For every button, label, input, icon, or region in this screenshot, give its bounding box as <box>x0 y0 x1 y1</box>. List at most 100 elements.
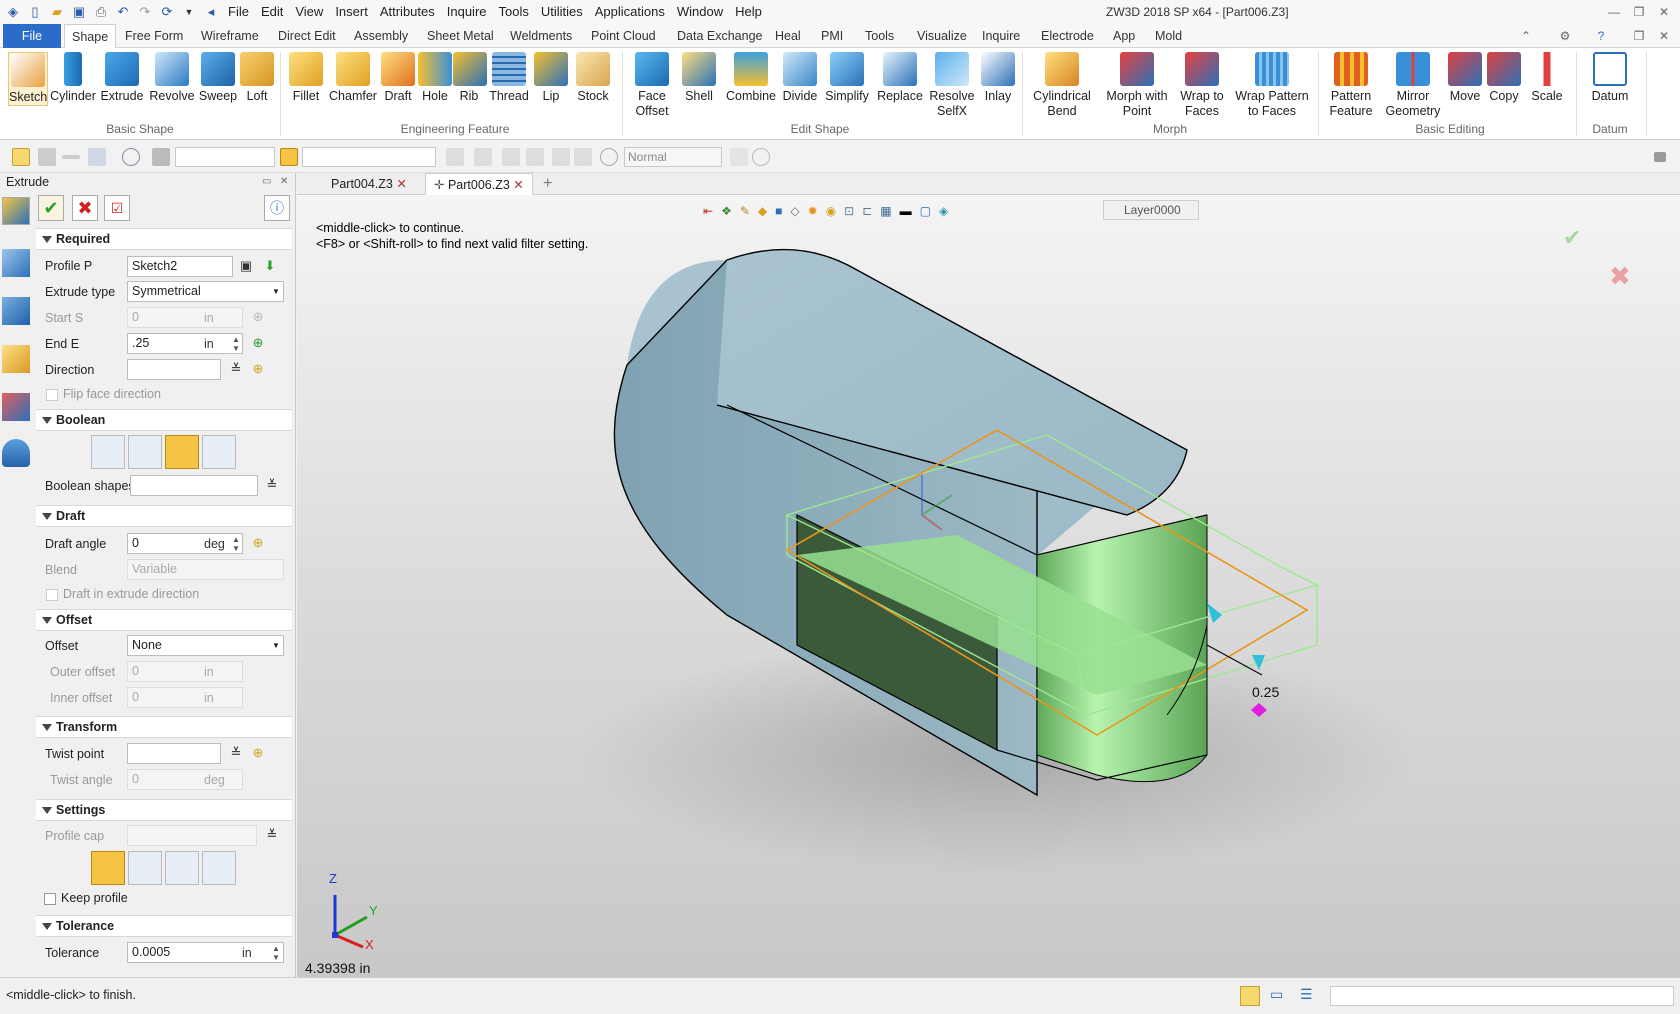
profile-pick-icon[interactable]: ⬇ <box>262 258 278 274</box>
copy-button[interactable]: Copy <box>1486 52 1522 104</box>
extrude-type-select[interactable]: Symmetrical <box>127 281 284 302</box>
face-offset-button[interactable]: Face Offset <box>628 52 676 119</box>
help-icon[interactable]: ? <box>1590 26 1612 46</box>
extrude-button[interactable]: Extrude <box>100 52 144 104</box>
tab-point-cloud[interactable]: Point Cloud <box>584 24 663 48</box>
tab-app[interactable]: App <box>1106 24 1142 48</box>
fillet-button[interactable]: Fillet <box>286 52 326 104</box>
side-view-icon[interactable] <box>2 393 30 421</box>
side-part-icon[interactable] <box>2 345 30 373</box>
tab-sheet-metal[interactable]: Sheet Metal <box>420 24 501 48</box>
loft-button[interactable]: Loft <box>240 52 274 104</box>
side-feature-icon[interactable] <box>2 197 30 225</box>
close-icon[interactable]: ✕ <box>513 178 523 192</box>
profile-cap-expand-icon[interactable]: ≚ <box>264 827 280 843</box>
tab-pmi[interactable]: PMI <box>814 24 850 48</box>
save-icon[interactable]: ▣ <box>68 2 90 22</box>
apply-button[interactable]: ☑ <box>104 195 130 221</box>
command-input[interactable] <box>1330 986 1674 1006</box>
tab-inquire[interactable]: Inquire <box>975 24 1027 48</box>
side-user-icon[interactable] <box>2 439 30 467</box>
menu-inquire[interactable]: Inquire <box>441 0 493 24</box>
ribbon-collapse-icon[interactable]: ⌃ <box>1515 26 1537 46</box>
close-window-icon[interactable]: ✕ <box>1653 2 1675 22</box>
offset-select[interactable]: None <box>127 635 284 656</box>
draft-button[interactable]: Draft <box>380 52 416 104</box>
simplify-button[interactable]: Simplify <box>822 52 872 104</box>
print-icon[interactable]: ⎙ <box>90 2 112 22</box>
side-assembly-icon[interactable] <box>2 297 30 325</box>
section-settings[interactable]: Settings <box>36 799 292 821</box>
cap-none-icon[interactable] <box>202 851 236 885</box>
direction-field[interactable] <box>127 359 221 380</box>
dimension-value[interactable]: 0.25 <box>1252 684 1279 700</box>
3d-viewport[interactable]: <middle-click> to continue. <F8> or <Shi… <box>297 195 1680 977</box>
refresh-icon[interactable]: ⟳ <box>156 2 178 22</box>
cap-both-icon[interactable] <box>91 851 125 885</box>
tool-e-icon[interactable] <box>552 148 570 166</box>
end-pick-icon[interactable]: ⊕ <box>250 335 266 351</box>
direction-pick-icon[interactable]: ⊕ <box>250 361 266 377</box>
boolean-base-icon[interactable] <box>91 435 125 469</box>
menu-insert[interactable]: Insert <box>329 0 374 24</box>
settings-gear-icon[interactable]: ⚙ <box>1554 26 1576 46</box>
twist-expand-icon[interactable]: ≚ <box>228 745 244 761</box>
new-file-icon[interactable]: ▯ <box>24 2 46 22</box>
tool-h-icon[interactable] <box>752 148 770 166</box>
revolve-button[interactable]: Revolve <box>148 52 196 104</box>
direction-expand-icon[interactable]: ≚ <box>228 361 244 377</box>
menu-tools[interactable]: Tools <box>493 0 535 24</box>
menu-view[interactable]: View <box>289 0 329 24</box>
sweep-button[interactable]: Sweep <box>198 52 238 104</box>
boolean-add-icon[interactable] <box>128 435 162 469</box>
tool-g-icon[interactable] <box>730 148 748 166</box>
tolerance-field[interactable]: 0.0005 <box>127 942 284 963</box>
menu-window[interactable]: Window <box>671 0 729 24</box>
draft-angle-spinner[interactable]: ▲ ▼ <box>232 535 240 553</box>
minimize-icon[interactable]: — <box>1603 2 1625 22</box>
section-offset[interactable]: Offset <box>36 609 292 631</box>
menu-applications[interactable]: Applications <box>589 0 671 24</box>
quick-access-dropdown-icon[interactable]: ▼ <box>178 2 200 22</box>
tab-part006[interactable]: ✛ Part006.Z3 ✕ <box>425 173 533 195</box>
pick-filter-icon[interactable] <box>88 148 106 166</box>
side-history-icon[interactable] <box>2 249 30 277</box>
tolerance-spinner[interactable]: ▲ ▼ <box>272 944 280 962</box>
panel-close-icon[interactable]: ✕ <box>280 176 288 187</box>
ok-button[interactable]: ✔ <box>38 195 64 221</box>
cancel-button[interactable]: ✖ <box>72 195 98 221</box>
section-boolean[interactable]: Boolean <box>36 409 292 431</box>
info-button[interactable]: ⓘ <box>264 195 290 221</box>
cap-start-icon[interactable] <box>128 851 162 885</box>
profile-field[interactable]: Sketch2 <box>127 256 233 277</box>
boolean-remove-icon[interactable] <box>165 435 199 469</box>
filter-combo[interactable] <box>175 147 275 167</box>
section-tolerance[interactable]: Tolerance <box>36 915 292 937</box>
tool-b-icon[interactable] <box>474 148 492 166</box>
tab-part004[interactable]: Part004.Z3 ✕ <box>323 173 415 195</box>
keep-profile-checkbox[interactable] <box>44 893 56 905</box>
tab-weldments[interactable]: Weldments <box>503 24 579 48</box>
boolean-expand-icon[interactable]: ≚ <box>264 477 280 493</box>
select-pointer-icon[interactable] <box>12 148 30 166</box>
draft-direction-checkbox[interactable] <box>46 589 58 601</box>
menu-utilities[interactable]: Utilities <box>535 0 589 24</box>
divide-button[interactable]: Divide <box>780 52 820 104</box>
draft-pick-icon[interactable]: ⊕ <box>250 535 266 551</box>
open-file-icon[interactable]: ▰ <box>46 2 68 22</box>
cap-end-icon[interactable] <box>165 851 199 885</box>
cylinder-button[interactable]: Cylinder <box>50 52 96 104</box>
status-display-icon[interactable]: ▭ <box>1270 986 1290 1006</box>
mirror-geometry-button[interactable]: Mirror Geometry <box>1382 52 1444 119</box>
doc-restore-icon[interactable]: ❐ <box>1628 26 1650 46</box>
toolbar-menu-icon[interactable] <box>1654 152 1666 162</box>
cylindrical-bend-button[interactable]: Cylindrical Bend <box>1030 52 1094 119</box>
menu-edit[interactable]: Edit <box>255 0 289 24</box>
tab-file[interactable]: File <box>3 24 61 48</box>
pick-mode-icon[interactable] <box>280 148 298 166</box>
render-mode-combo[interactable]: Normal <box>624 147 722 167</box>
end-field[interactable]: .25 <box>127 333 243 354</box>
panel-pin-icon[interactable]: ▭ <box>262 176 271 187</box>
end-spinner[interactable]: ▲ ▼ <box>232 335 240 353</box>
tab-tools[interactable]: Tools <box>858 24 901 48</box>
